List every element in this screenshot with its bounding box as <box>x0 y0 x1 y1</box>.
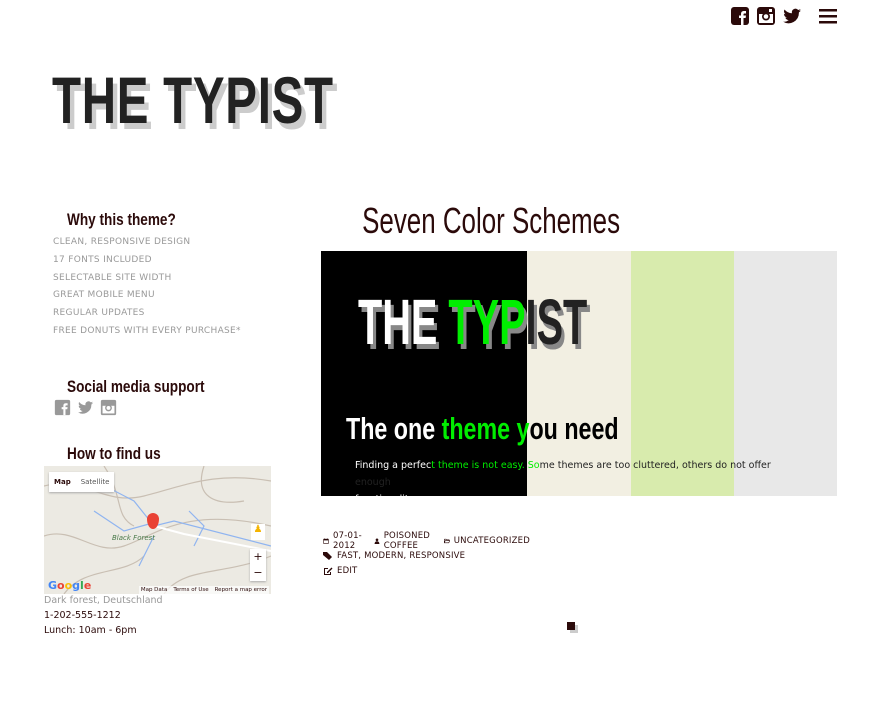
zoom-control: + − <box>250 548 266 581</box>
map-type-control: Map Satellite <box>49 471 115 492</box>
post-author[interactable]: POISONED COFFEE <box>384 531 434 551</box>
list-item: SELECTABLE SITE WIDTH <box>53 272 172 283</box>
edit-link[interactable]: EDIT <box>337 566 357 576</box>
list-item: CLEAN, RESPONSIVE DESIGN <box>53 237 191 247</box>
hero-sub-part: The one <box>346 411 436 446</box>
post-date[interactable]: 07-01-2012 <box>333 531 364 551</box>
list-item: GREAT MOBILE MENU <box>53 290 155 301</box>
terms-link[interactable]: Terms of Use <box>173 587 208 593</box>
hero-text-part: functionality. <box>355 494 416 505</box>
satellite-tab[interactable]: Satellite <box>76 472 115 492</box>
facebook-icon[interactable] <box>54 399 71 416</box>
hero-text: Finding a perfect theme is not easy. Som… <box>355 457 795 702</box>
menu-icon[interactable] <box>818 6 838 26</box>
post-title[interactable]: Seven Color Schemes <box>362 200 620 242</box>
tags-icon <box>323 551 332 560</box>
map-footer: Map Data Terms of Use Report a map error <box>138 585 269 594</box>
post-meta: 07-01-2012 POISONED COFFEE UNCATEGORIZED… <box>323 531 530 578</box>
phone: 1-202-555-1212 <box>44 609 121 621</box>
sidebar-social-icons <box>54 399 274 416</box>
widget-title-why: Why this theme? <box>67 210 176 229</box>
facebook-icon[interactable] <box>730 6 750 26</box>
hero-image: THE TYPIST The one theme you need Findin… <box>321 251 837 505</box>
feature-list: CLEAN, RESPONSIVE DESIGN 17 FONTS INCLUD… <box>53 234 274 341</box>
zoom-in-button[interactable]: + <box>250 549 266 565</box>
post-tags[interactable]: FAST, MODERN, RESPONSIVE <box>337 551 465 561</box>
google-map[interactable]: Map Satellite Black Forest ♟ + − Google … <box>44 465 271 594</box>
sidebar: Why this theme? CLEAN, RESPONSIVE DESIGN… <box>44 210 274 636</box>
list-item: REGULAR UPDATES <box>53 308 145 319</box>
map-data-link[interactable]: Map Data <box>141 587 168 593</box>
user-icon <box>374 537 380 544</box>
report-link[interactable]: Report a map error <box>215 587 267 593</box>
folder-open-icon <box>443 538 450 543</box>
instagram-icon[interactable] <box>756 6 776 26</box>
hours: Lunch: 10am - 6pm <box>44 624 137 636</box>
header-social-icons <box>730 6 838 26</box>
back-to-top-button[interactable] <box>567 622 575 630</box>
post: Seven Color Schemes <box>312 200 670 242</box>
hero-text-part: t theme is not easy. So <box>431 460 540 471</box>
map-place-label: Black Forest <box>112 533 156 542</box>
address: Dark forest, Deutschland <box>44 594 163 606</box>
widget-title-social: Social media support <box>67 376 205 396</box>
map-tab[interactable]: Map <box>49 472 76 492</box>
street-view-pegman-icon[interactable]: ♟ <box>251 523 265 540</box>
instagram-icon[interactable] <box>100 399 117 416</box>
widget-title-find: How to find us <box>67 443 161 463</box>
google-logo: Google <box>48 578 92 592</box>
post-category[interactable]: UNCATEGORIZED <box>454 536 530 546</box>
edit-icon <box>324 567 333 575</box>
list-item: FREE DONUTS WITH EVERY PURCHASE* <box>53 325 241 336</box>
twitter-icon[interactable] <box>782 6 802 26</box>
hero-logo-part: IST <box>525 286 588 358</box>
hero-logo-part: TYP <box>437 286 526 358</box>
hero-logo-part: THE <box>358 286 438 358</box>
hero-text-part: Finding a perfec <box>355 460 432 471</box>
twitter-icon[interactable] <box>77 399 94 416</box>
zoom-out-button[interactable]: − <box>250 565 266 581</box>
list-item: 17 FONTS INCLUDED <box>53 254 152 265</box>
site-logo[interactable]: THE TYPIST <box>52 62 334 138</box>
calendar-icon <box>323 537 329 544</box>
hero-sub-part: ou need <box>529 411 619 446</box>
hero-sub-part: theme y <box>435 411 530 446</box>
